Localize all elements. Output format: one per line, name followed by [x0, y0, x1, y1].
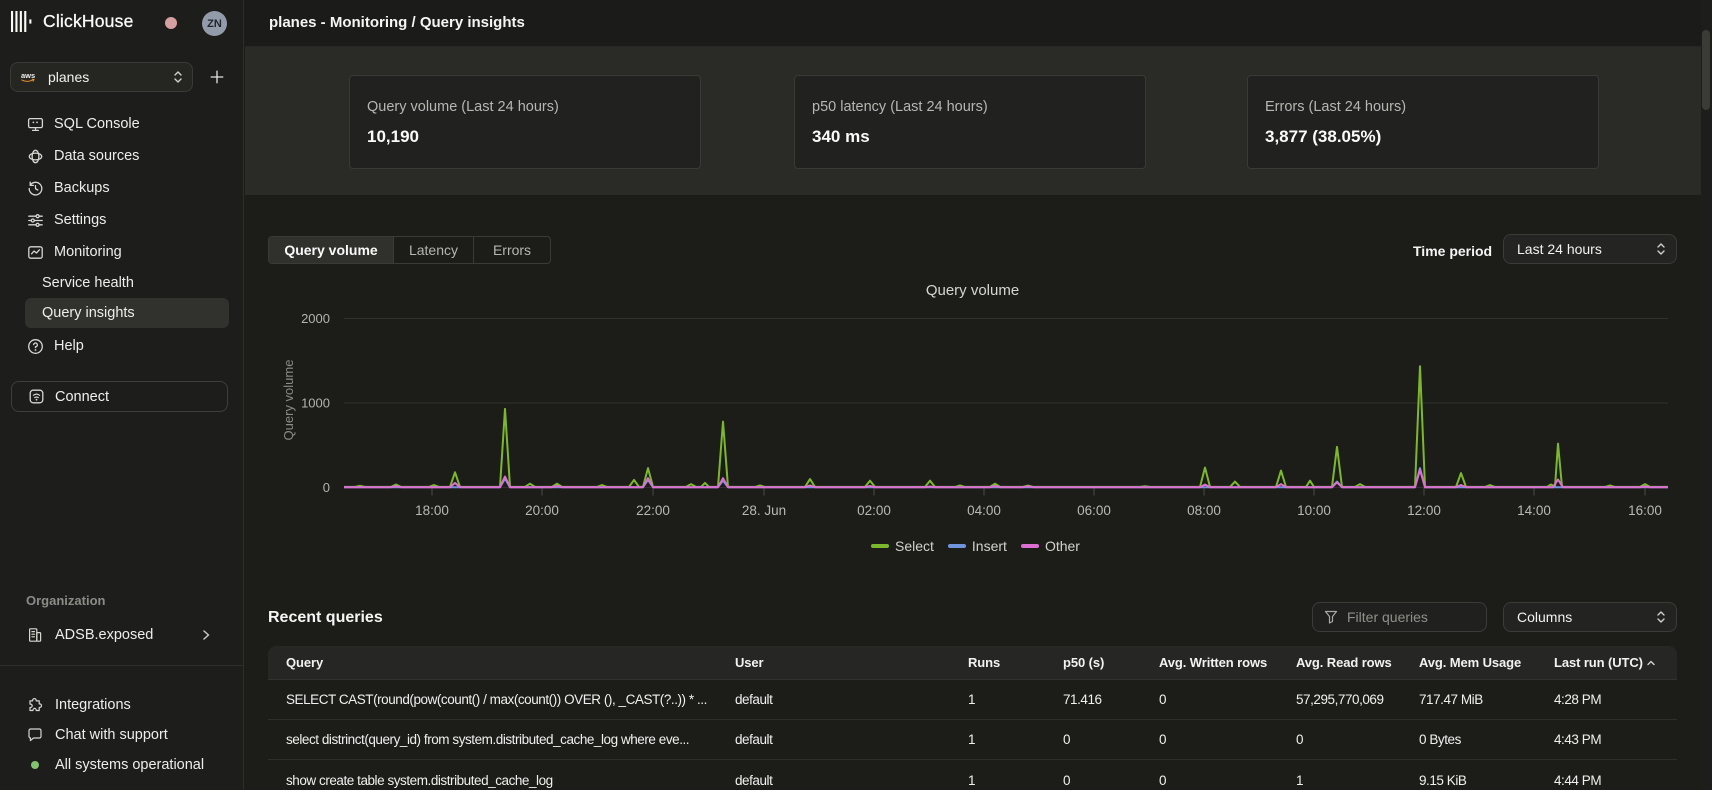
svg-text:22:00: 22:00	[636, 503, 670, 518]
svg-text:1000: 1000	[301, 396, 330, 411]
svg-text:Query volume: Query volume	[281, 360, 296, 441]
svg-text:08:00: 08:00	[1187, 503, 1221, 518]
svg-text:0: 0	[323, 480, 330, 495]
svg-text:28. Jun: 28. Jun	[742, 503, 786, 518]
svg-text:12:00: 12:00	[1407, 503, 1441, 518]
svg-text:06:00: 06:00	[1077, 503, 1111, 518]
svg-text:aws: aws	[21, 71, 35, 80]
svg-text:14:00: 14:00	[1517, 503, 1551, 518]
svg-text:02:00: 02:00	[857, 503, 891, 518]
svg-text:16:00: 16:00	[1628, 503, 1662, 518]
svg-text:10:00: 10:00	[1297, 503, 1331, 518]
svg-text:04:00: 04:00	[967, 503, 1001, 518]
svg-text:20:00: 20:00	[525, 503, 559, 518]
svg-text:18:00: 18:00	[415, 503, 449, 518]
svg-text:2000: 2000	[301, 311, 330, 326]
